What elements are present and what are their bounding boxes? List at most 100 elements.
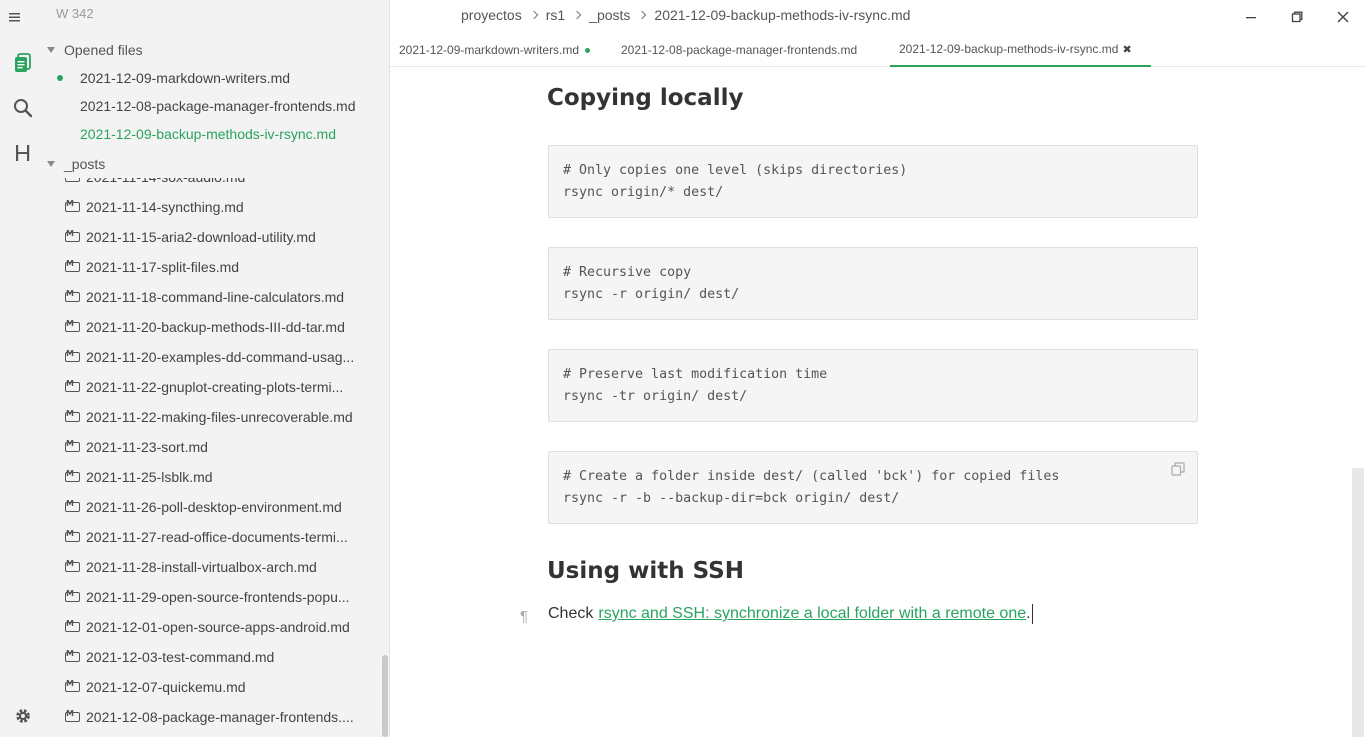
breadcrumb-item[interactable]: 2021-12-09-backup-methods-iv-rsync.md	[654, 7, 910, 23]
opened-files-label: Opened files	[64, 42, 143, 58]
chevron-right-icon	[638, 10, 647, 20]
markdown-file-icon	[65, 349, 80, 362]
code-block[interactable]: # Create a folder inside dest/ (called '…	[548, 451, 1198, 524]
markdown-file-icon	[65, 439, 80, 452]
minimize-icon[interactable]	[1240, 6, 1262, 28]
post-file-label: 2021-12-07-quickemu.md	[86, 679, 246, 695]
post-file-item[interactable]: 2021-11-26-poll-desktop-environment.md	[46, 492, 386, 522]
markdown-file-icon	[65, 289, 80, 302]
post-file-item[interactable]: 2021-11-20-examples-dd-command-usag...	[46, 342, 386, 372]
post-file-item[interactable]: 2021-11-18-command-line-calculators.md	[46, 282, 386, 312]
code-block[interactable]: # Recursive copy rsync -r origin/ dest/	[548, 247, 1198, 320]
close-tab-icon[interactable]: ✖	[1122, 43, 1131, 56]
heading-icon[interactable]	[8, 138, 38, 168]
post-file-label: 2021-11-18-command-line-calculators.md	[86, 289, 345, 305]
close-icon[interactable]	[1332, 6, 1354, 28]
opened-file-item[interactable]: 2021-12-09-markdown-writers.md	[46, 64, 386, 92]
post-file-item[interactable]: 2021-11-25-lsblk.md	[46, 462, 386, 492]
post-file-label: 2021-12-03-test-command.md	[86, 649, 275, 665]
opened-file-item[interactable]: 2021-12-08-package-manager-frontends.md	[46, 92, 386, 120]
paragraph-text: .	[1026, 605, 1031, 622]
tab-markdown-writers[interactable]: 2021-12-09-markdown-writers.md	[399, 33, 591, 67]
heading-using-with-ssh: Using with SSH	[547, 558, 744, 584]
rsync-ssh-link[interactable]: rsync and SSH: synchronize a local folde…	[598, 605, 1026, 623]
modified-dot-icon	[57, 75, 63, 81]
sidebar-scrollbar[interactable]	[382, 655, 388, 737]
post-file-label: 2021-12-08-package-manager-frontends....	[86, 709, 354, 725]
settings-icon[interactable]	[12, 705, 34, 727]
breadcrumb-item[interactable]: rs1	[546, 7, 565, 23]
tab-backup-methods-iv-rsync[interactable]: 2021-12-09-backup-methods-iv-rsync.md ✖	[890, 33, 1151, 67]
post-list: 2021-11-14-sox-audio.md 2021-11-14-syncth…	[46, 178, 389, 737]
post-file-item[interactable]: 2021-12-01-open-source-apps-android.md	[46, 612, 386, 642]
post-file-item[interactable]: 2021-11-17-split-files.md	[46, 252, 386, 282]
post-file-item[interactable]: 2021-11-15-aria2-download-utility.md	[46, 222, 386, 252]
code-block[interactable]: # Only copies one level (skips directori…	[548, 145, 1198, 218]
tab-label: 2021-12-08-package-manager-frontends.md	[621, 43, 858, 57]
search-icon[interactable]	[8, 93, 38, 123]
tab-label: 2021-12-09-backup-methods-iv-rsync.md	[899, 42, 1119, 56]
post-file-item[interactable]: 2021-11-22-making-files-unrecoverable.md	[46, 402, 386, 432]
text-caret	[1031, 604, 1033, 624]
post-file-label: 2021-11-25-lsblk.md	[86, 469, 213, 485]
code-line: rsync -tr origin/ dest/	[563, 389, 748, 404]
editor-scrollbar[interactable]	[1352, 468, 1364, 737]
chevron-right-icon	[572, 10, 582, 20]
tab-package-manager-frontends[interactable]: 2021-12-08-package-manager-frontends.md	[621, 33, 857, 67]
code-line: rsync -r origin/ dest/	[563, 287, 740, 302]
post-file-label: 2021-11-14-syncthing.md	[86, 199, 244, 215]
menu-icon[interactable]	[9, 10, 21, 22]
post-file-item[interactable]: 2021-11-27-read-office-documents-termi..…	[46, 522, 386, 552]
collapse-triangle-icon	[47, 161, 55, 167]
tab-bar: 2021-12-09-markdown-writers.md 2021-12-0…	[390, 33, 1366, 67]
folder-header[interactable]: _posts	[46, 151, 105, 177]
files-icon[interactable]	[8, 48, 38, 78]
opened-file-label: 2021-12-09-markdown-writers.md	[80, 70, 291, 86]
activity-bar	[0, 0, 46, 737]
code-line: # Only copies one level (skips directori…	[563, 163, 908, 178]
post-file-item[interactable]: 2021-11-29-open-source-frontends-popu...	[46, 582, 386, 612]
markdown-file-icon	[65, 259, 80, 272]
code-block[interactable]: # Preserve last modification time rsync …	[548, 349, 1198, 422]
breadcrumb-item[interactable]: _posts	[589, 7, 630, 23]
markdown-file-icon	[65, 649, 80, 662]
collapse-triangle-icon	[47, 47, 55, 53]
markdown-file-icon	[65, 178, 80, 182]
paragraph[interactable]: Check rsync and SSH: synchronize a local…	[548, 604, 1033, 624]
opened-file-label: 2021-12-08-package-manager-frontends.md	[80, 98, 356, 114]
markdown-file-icon	[65, 589, 80, 602]
markdown-file-icon	[65, 499, 80, 512]
code-line: # Recursive copy	[563, 265, 692, 280]
post-file-item[interactable]: 2021-11-14-syncthing.md	[46, 192, 386, 222]
post-file-label: 2021-11-20-backup-methods-III-dd-tar.md	[86, 319, 345, 335]
copy-icon[interactable]	[1171, 462, 1185, 476]
post-file-item[interactable]: 2021-11-14-sox-audio.md	[46, 178, 386, 192]
post-file-item[interactable]: 2021-12-03-test-command.md	[46, 642, 386, 672]
breadcrumb-item[interactable]: proyectos	[461, 7, 522, 23]
markdown-file-icon	[65, 409, 80, 422]
heading-copying-locally: Copying locally	[547, 85, 744, 111]
post-file-label: 2021-11-14-sox-audio.md	[86, 178, 245, 185]
markdown-file-icon	[65, 529, 80, 542]
post-file-label: 2021-11-27-read-office-documents-termi..…	[86, 529, 348, 545]
post-file-item[interactable]: 2021-11-20-backup-methods-III-dd-tar.md	[46, 312, 386, 342]
post-file-label: 2021-11-20-examples-dd-command-usag...	[86, 349, 355, 365]
post-file-item[interactable]: 2021-11-23-sort.md	[46, 432, 386, 462]
post-file-item[interactable]: 2021-12-07-quickemu.md	[46, 672, 386, 702]
restore-icon[interactable]	[1286, 6, 1308, 28]
post-file-item[interactable]: 2021-11-28-install-virtualbox-arch.md	[46, 552, 386, 582]
post-file-label: 2021-11-22-making-files-unrecoverable.md	[86, 409, 353, 425]
code-line: rsync origin/* dest/	[563, 185, 724, 200]
code-line: # Create a folder inside dest/ (called '…	[563, 469, 1060, 484]
post-file-item[interactable]: 2021-11-22-gnuplot-creating-plots-termi.…	[46, 372, 386, 402]
opened-files-header[interactable]: Opened files	[46, 37, 143, 63]
opened-file-item-active[interactable]: 2021-12-09-backup-methods-iv-rsync.md	[46, 120, 386, 148]
post-file-label: 2021-11-26-poll-desktop-environment.md	[86, 499, 342, 515]
markdown-file-icon	[65, 469, 80, 482]
paragraph-text: Check	[548, 605, 594, 622]
post-file-item[interactable]: 2021-12-08-package-manager-frontends....	[46, 702, 386, 732]
modified-dot-icon	[585, 47, 591, 53]
editor[interactable]: Copying locally # Only copies one level …	[390, 68, 1366, 737]
post-file-label: 2021-12-01-open-source-apps-android.md	[86, 619, 350, 635]
code-line: rsync -r -b --backup-dir=bck origin/ des…	[563, 491, 900, 506]
